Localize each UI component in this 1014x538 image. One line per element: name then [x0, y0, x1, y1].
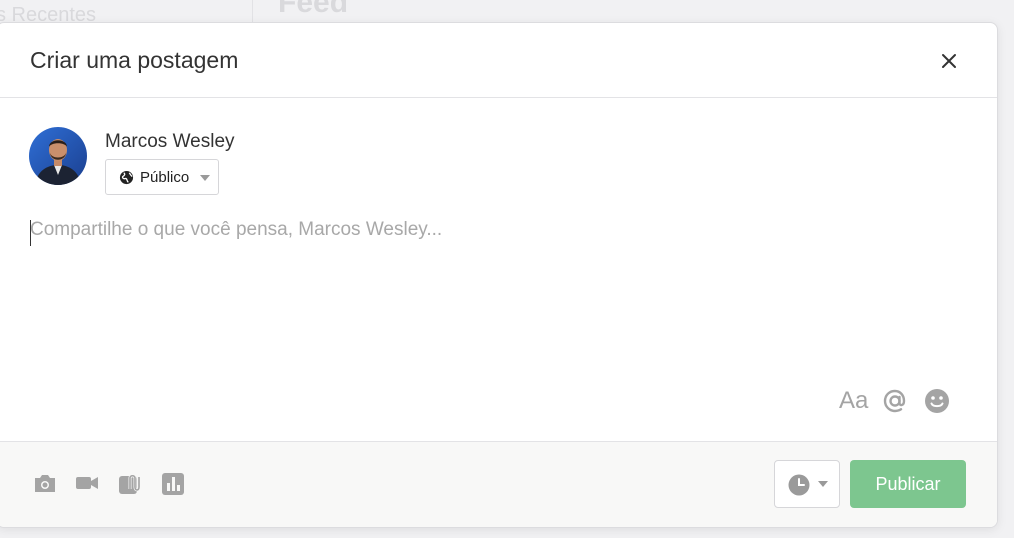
modal-title: Criar uma postagem: [30, 47, 239, 73]
text-cursor: [30, 220, 31, 246]
paperclip-icon: [119, 474, 141, 494]
mention-button[interactable]: [881, 387, 909, 420]
avatar[interactable]: [29, 127, 87, 185]
add-poll-button[interactable]: [161, 472, 185, 501]
clock-icon: [788, 474, 810, 496]
video-icon: [76, 477, 98, 489]
emoji-icon: [925, 389, 949, 413]
poll-icon: [162, 473, 184, 495]
attach-file-button[interactable]: [118, 472, 142, 501]
chevron-down-icon: [818, 481, 828, 487]
modal-header: Criar uma postagem: [0, 23, 997, 98]
create-post-modal: Criar uma postagem Marcos Wesley Público…: [0, 22, 998, 528]
author-name: Marcos Wesley: [105, 131, 235, 152]
audience-selector[interactable]: Público: [105, 159, 219, 195]
add-video-button[interactable]: [75, 472, 99, 499]
close-button[interactable]: [935, 47, 963, 75]
column-divider: [252, 0, 253, 22]
audience-label: Público: [140, 169, 190, 186]
modal-footer: Publicar: [0, 441, 997, 527]
schedule-button[interactable]: [774, 460, 840, 508]
feed-heading: Feed: [278, 0, 349, 19]
chevron-down-icon: [200, 175, 210, 181]
at-icon: [883, 389, 906, 413]
emoji-button[interactable]: [923, 387, 951, 420]
post-composer-input[interactable]: [30, 219, 960, 359]
globe-icon: [119, 170, 134, 185]
add-photo-button[interactable]: [33, 472, 57, 499]
camera-icon: [35, 475, 55, 492]
publish-button[interactable]: Publicar: [850, 460, 966, 508]
close-icon: [942, 54, 956, 68]
text-format-button[interactable]: Aa: [839, 387, 868, 415]
